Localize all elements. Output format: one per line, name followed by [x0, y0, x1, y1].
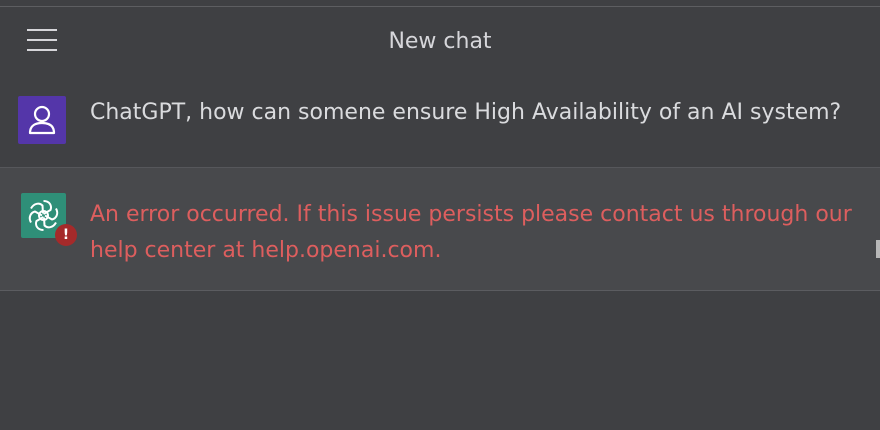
user-message-row: ChatGPT, how can somene ensure High Avai… — [0, 81, 880, 167]
message-divider — [0, 290, 880, 291]
assistant-message-row: ! An error occurred. If this issue persi… — [0, 168, 880, 290]
error-badge-icon: ! — [55, 224, 77, 246]
chat-header: New chat — [0, 7, 880, 81]
page-title: New chat — [388, 29, 492, 54]
user-avatar-icon — [18, 96, 66, 144]
assistant-error-text: An error occurred. If this issue persist… — [90, 202, 852, 263]
scrollbar-thumb[interactable] — [876, 240, 880, 258]
user-message-text: ChatGPT, how can somene ensure High Avai… — [90, 100, 842, 125]
